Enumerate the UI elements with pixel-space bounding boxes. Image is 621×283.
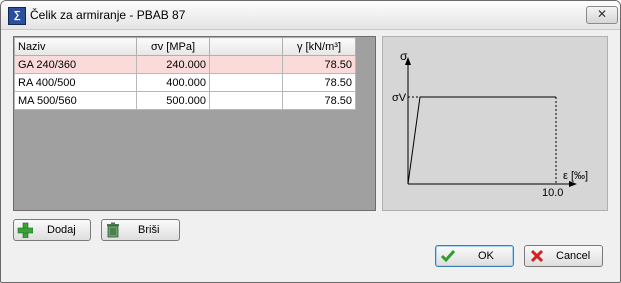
dialog-window: ∑ Čelik za armiranje - PBAB 87 ✕ Naziv σ… (0, 0, 621, 283)
window-title: Čelik za armiranje - PBAB 87 (30, 8, 186, 22)
checkmark-icon (440, 250, 456, 263)
cell-naziv[interactable]: GA 240/360 (14, 55, 137, 74)
steel-grid: Naziv σv [MPa] γ [kN/m³] GA 240/360 240.… (13, 36, 376, 211)
stress-strain-diagram: σ σV ε [‰] 10.0 (382, 36, 608, 211)
yield-label: σV (392, 92, 407, 104)
add-button[interactable]: Dodaj (13, 219, 91, 241)
table-row[interactable]: RA 400/500 400.000 78.50 (14, 73, 356, 92)
delete-button-label: Briši (138, 224, 160, 236)
max-strain-label: 10.0 (542, 187, 563, 199)
column-header-sigma-v[interactable]: σv [MPa] (136, 37, 210, 56)
app-icon: ∑ (8, 7, 26, 25)
delete-button[interactable]: Briši (101, 219, 180, 241)
table-header-row: Naziv σv [MPa] γ [kN/m³] (14, 37, 356, 56)
cell-gamma[interactable]: 78.50 (282, 91, 356, 110)
cell-sigma-v[interactable]: 240.000 (136, 55, 210, 74)
steel-table: Naziv σv [MPa] γ [kN/m³] GA 240/360 240.… (14, 37, 356, 110)
cell-naziv[interactable]: RA 400/500 (14, 73, 137, 92)
plus-icon (17, 222, 33, 238)
epsilon-axis-label: ε [‰] (563, 170, 588, 182)
title-bar[interactable]: ∑ Čelik za armiranje - PBAB 87 ✕ (1, 1, 620, 30)
cell-sigma-v[interactable]: 500.000 (136, 91, 210, 110)
close-icon: ✕ (596, 7, 608, 21)
cell-gamma[interactable]: 78.50 (282, 73, 356, 92)
column-header-gamma[interactable]: γ [kN/m³] (282, 37, 356, 56)
cell-empty[interactable] (209, 73, 283, 92)
cell-gamma[interactable]: 78.50 (282, 55, 356, 74)
table-row[interactable]: GA 240/360 240.000 78.50 (14, 55, 356, 74)
cancel-button[interactable]: Cancel (524, 245, 603, 267)
ok-button[interactable]: OK (435, 245, 514, 267)
column-header-naziv[interactable]: Naziv (14, 37, 137, 56)
cell-empty[interactable] (209, 55, 283, 74)
sigma-axis-label: σ (400, 49, 408, 63)
cell-empty[interactable] (209, 91, 283, 110)
add-button-label: Dodaj (47, 224, 76, 236)
stress-strain-curve (407, 96, 556, 185)
stress-strain-svg: σ σV ε [‰] 10.0 (392, 49, 588, 199)
cell-naziv[interactable]: MA 500/560 (14, 91, 137, 110)
red-x-icon (530, 249, 544, 263)
cancel-button-label: Cancel (556, 250, 591, 262)
close-button[interactable]: ✕ (586, 6, 618, 24)
trash-icon (107, 222, 119, 238)
table-row[interactable]: MA 500/560 500.000 78.50 (14, 91, 356, 110)
cell-sigma-v[interactable]: 400.000 (136, 73, 210, 92)
column-header-empty[interactable] (209, 37, 283, 56)
ok-button-label: OK (478, 250, 494, 262)
